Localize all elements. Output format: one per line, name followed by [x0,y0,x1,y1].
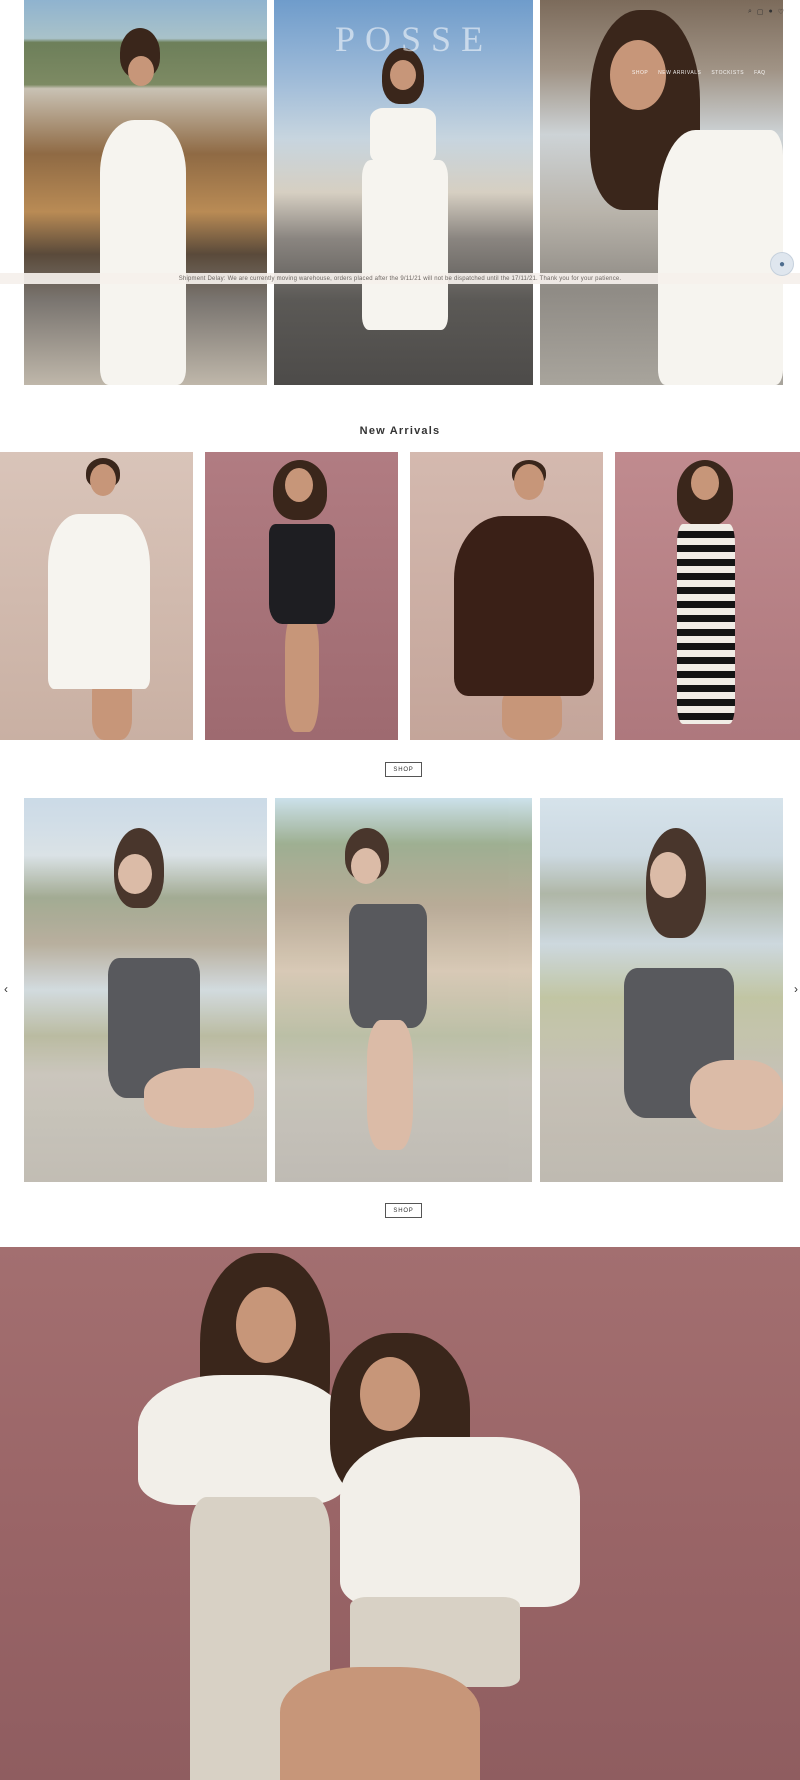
shop-button-label: SHOP [393,766,414,773]
model-face [128,56,154,86]
striped-dress [677,524,735,724]
model-face [390,60,416,90]
nav-item-faq[interactable]: FAQ [754,70,766,76]
model-face [118,854,152,894]
product-card-striped-knit-dress[interactable] [615,452,800,740]
carousel-slide-standing-black-dress[interactable] [275,798,532,1182]
white-dress [658,130,783,385]
white-dress [100,120,186,385]
hero-image-harbor-closeup[interactable] [540,0,783,385]
search-icon[interactable]: ⌕ [748,8,752,16]
product-card-brown-puff-sleeve-dress[interactable] [410,452,603,740]
product-card-black-strapless-dress[interactable] [205,452,398,740]
shop-new-arrivals-button[interactable]: SHOP [385,762,422,777]
hero-banner: POSSE SHOP NEW ARRIVALS STOCKISTS FAQ ⌕ … [0,0,800,385]
model-face [650,852,686,898]
carousel-slide-seated-black-dress[interactable] [24,798,267,1182]
chat-icon: ● [778,258,786,270]
model-face [90,464,116,496]
campaign-banner-image[interactable] [0,1247,800,1780]
new-arrivals-title: New Arrivals [359,425,441,437]
model-legs [280,1667,480,1780]
product-card-white-scallop-dress[interactable] [0,452,193,740]
white-linen-top [138,1375,348,1505]
main-nav: SHOP NEW ARRIVALS STOCKISTS FAQ [632,70,766,76]
hero-image-harbor-white-dress[interactable] [24,0,267,385]
white-linen-shirt [340,1437,580,1607]
model-face [351,848,381,884]
white-skirt [362,160,448,330]
announcement-text: Shipment Delay: We are currently moving … [178,275,622,282]
header-icons: ⌕ ▢ ● ♡ [748,8,784,16]
shop-button-label: SHOP [393,1207,414,1214]
brand-logo[interactable]: POSSE [335,18,493,60]
nav-item-new-arrivals[interactable]: NEW ARRIVALS [658,70,701,76]
model-face [691,466,719,500]
white-dress [48,514,150,689]
white-top [370,108,436,164]
nav-item-shop[interactable]: SHOP [632,70,648,76]
brown-dress [454,516,594,696]
model-legs [144,1068,254,1128]
model-legs [367,1020,413,1150]
model-face [285,468,313,502]
model-face [514,464,544,500]
account-icon[interactable]: ● [769,8,773,16]
model-face [236,1287,296,1363]
chat-button[interactable]: ● [770,252,794,276]
black-dress [349,904,427,1028]
model-legs [285,612,319,732]
carousel-slide-seated-closeup[interactable] [540,798,783,1182]
model-legs [690,1060,783,1130]
nav-item-stockists[interactable]: STOCKISTS [711,70,744,76]
shop-carousel-button[interactable]: SHOP [385,1203,422,1218]
black-dress [269,524,335,624]
cart-icon[interactable]: ▢ [757,8,764,16]
model-face [360,1357,420,1431]
wishlist-icon[interactable]: ♡ [778,8,784,16]
announcement-bar: Shipment Delay: We are currently moving … [0,273,800,284]
carousel-next-arrow[interactable]: › [794,982,798,996]
carousel-prev-arrow[interactable]: ‹ [4,982,8,996]
